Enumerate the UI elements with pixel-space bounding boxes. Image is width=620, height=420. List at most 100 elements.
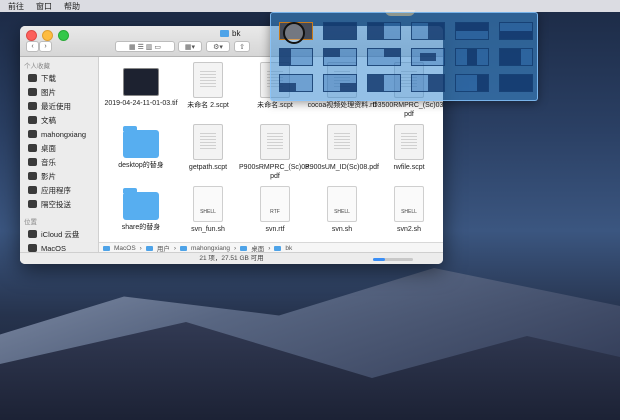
- file-item[interactable]: SHELL svn2.sh: [372, 186, 443, 234]
- document-icon: SHELL: [327, 186, 357, 222]
- layout-option[interactable]: [455, 22, 489, 40]
- file-name: P900sRMPRC_(Sc)08.pdf: [239, 164, 311, 180]
- sidebar-item-fav-4[interactable]: mahongxiang: [20, 127, 98, 141]
- sidebar-item-loc-0[interactable]: iCloud 云盘: [20, 227, 98, 241]
- sidebar-item-fav-3[interactable]: 文稿: [20, 113, 98, 127]
- sidebar-item-fav-5[interactable]: 桌面: [20, 141, 98, 155]
- window-layout-picker: [270, 12, 538, 101]
- action-gear-button[interactable]: ⚙▾: [206, 41, 230, 52]
- file-name: getpath.scpt: [188, 164, 228, 171]
- path-segment[interactable]: MacOS: [114, 245, 136, 252]
- sidebar-item-fav-0[interactable]: 下载: [20, 71, 98, 85]
- layout-region: [324, 49, 340, 57]
- status-text: 21 项，27.51 GB 可用: [199, 255, 264, 262]
- file-item[interactable]: share的替身: [104, 186, 178, 232]
- file-item[interactable]: P900sUM_ID(Sc)08.pdf: [305, 124, 379, 172]
- file-type-tag: SHELL: [334, 209, 350, 215]
- icon-size-slider[interactable]: [373, 258, 413, 261]
- desktop-icon: [28, 144, 37, 152]
- folder-icon: [145, 245, 153, 251]
- document-icon: [327, 124, 357, 160]
- file-name: rwfile.scpt: [393, 164, 425, 171]
- airdrop-icon: [28, 200, 37, 208]
- sidebar-item-fav-6[interactable]: 音乐: [20, 155, 98, 169]
- music-icon: [28, 158, 37, 166]
- layout-option[interactable]: [323, 48, 357, 66]
- file-name: share的替身: [121, 224, 161, 231]
- file-item[interactable]: getpath.scpt: [171, 124, 245, 172]
- zoom-button[interactable]: [58, 30, 69, 41]
- path-separator: ›: [234, 244, 237, 252]
- layout-region: [368, 75, 384, 91]
- applications-icon: [28, 186, 37, 194]
- sidebar-section-locations: 位置: [24, 219, 37, 226]
- path-segment[interactable]: bk: [285, 245, 292, 252]
- file-item[interactable]: desktop的替身: [104, 124, 178, 170]
- sidebar-item-fav-7[interactable]: 影片: [20, 169, 98, 183]
- document-icon: [193, 62, 223, 98]
- file-item[interactable]: RTF svn.rtf: [238, 186, 312, 234]
- group-by-button[interactable]: ▦▾: [178, 41, 202, 52]
- layout-option[interactable]: [367, 48, 401, 66]
- window-controls: [26, 30, 69, 41]
- home-icon: [28, 130, 37, 138]
- path-segment[interactable]: mahongxiang: [191, 245, 230, 252]
- file-type-tag: SHELL: [401, 209, 417, 215]
- icon-size-slider-fill: [373, 258, 385, 261]
- sidebar-item-label: 下载: [41, 73, 56, 83]
- layout-option[interactable]: [411, 48, 445, 66]
- sidebar-item-label: 最近使用: [41, 101, 71, 111]
- file-item[interactable]: SHELL svn_fun.sh: [171, 186, 245, 234]
- folder-icon: [274, 245, 282, 251]
- share-button[interactable]: ⇧: [234, 41, 250, 52]
- menu-window[interactable]: 窗口: [36, 1, 52, 12]
- layout-region: [324, 23, 356, 39]
- sidebar-item-fav-8[interactable]: 应用程序: [20, 183, 98, 197]
- file-item[interactable]: SHELL svn.sh: [305, 186, 379, 234]
- sidebar-section-favorites: 个人收藏: [24, 63, 50, 70]
- file-item[interactable]: 未命名 2.scpt: [171, 62, 245, 110]
- layout-option[interactable]: [411, 22, 445, 40]
- sidebar-item-label: 应用程序: [41, 185, 71, 195]
- file-item[interactable]: 2019-04-24-11-01-03.tif: [104, 62, 178, 108]
- layout-option[interactable]: [279, 74, 313, 92]
- folder-icon: [123, 188, 159, 220]
- file-item[interactable]: P900sRMPRC_(Sc)08.pdf: [238, 124, 312, 181]
- layout-option[interactable]: [367, 74, 401, 92]
- layout-option[interactable]: [323, 22, 357, 40]
- layout-option[interactable]: [455, 48, 489, 66]
- file-name: 未命名 2.scpt: [187, 102, 229, 109]
- layout-option[interactable]: [279, 48, 313, 66]
- file-name: svn.rtf: [265, 226, 285, 233]
- menu-go[interactable]: 前往: [8, 1, 24, 12]
- layout-option[interactable]: [499, 74, 533, 92]
- path-separator: ›: [139, 244, 142, 252]
- layout-option[interactable]: [411, 74, 445, 92]
- pictures-icon: [28, 88, 37, 96]
- file-type-tag: RTF: [270, 209, 280, 215]
- sidebar-item-fav-9[interactable]: 隔空投送: [20, 197, 98, 211]
- file-item[interactable]: rwfile.scpt: [372, 124, 443, 172]
- layout-option[interactable]: [499, 48, 533, 66]
- sidebar-item-label: 隔空投送: [41, 199, 71, 209]
- sidebar-item-label: iCloud 云盘: [41, 229, 80, 239]
- sidebar-item-label: 桌面: [41, 143, 56, 153]
- sidebar-item-fav-2[interactable]: 最近使用: [20, 99, 98, 113]
- menu-help[interactable]: 帮助: [64, 1, 80, 12]
- sidebar-item-label: 影片: [41, 171, 56, 181]
- layout-option[interactable]: [499, 22, 533, 40]
- minimize-button[interactable]: [42, 30, 53, 41]
- document-icon: SHELL: [193, 186, 223, 222]
- view-mode-control[interactable]: ▦ ☰ ▥ ▭: [115, 41, 175, 52]
- layout-option[interactable]: [455, 74, 489, 92]
- sidebar-item-fav-1[interactable]: 图片: [20, 85, 98, 99]
- layout-region: [500, 31, 532, 39]
- close-button[interactable]: [26, 30, 37, 41]
- forward-button[interactable]: ›: [39, 41, 52, 52]
- mouse-cursor: [283, 22, 305, 44]
- layout-option[interactable]: [323, 74, 357, 92]
- back-button[interactable]: ‹: [26, 41, 39, 52]
- layout-option[interactable]: [367, 22, 401, 40]
- file-name: cocoa视频处理资料.rtf: [307, 102, 377, 109]
- file-name: svn.sh: [331, 226, 353, 233]
